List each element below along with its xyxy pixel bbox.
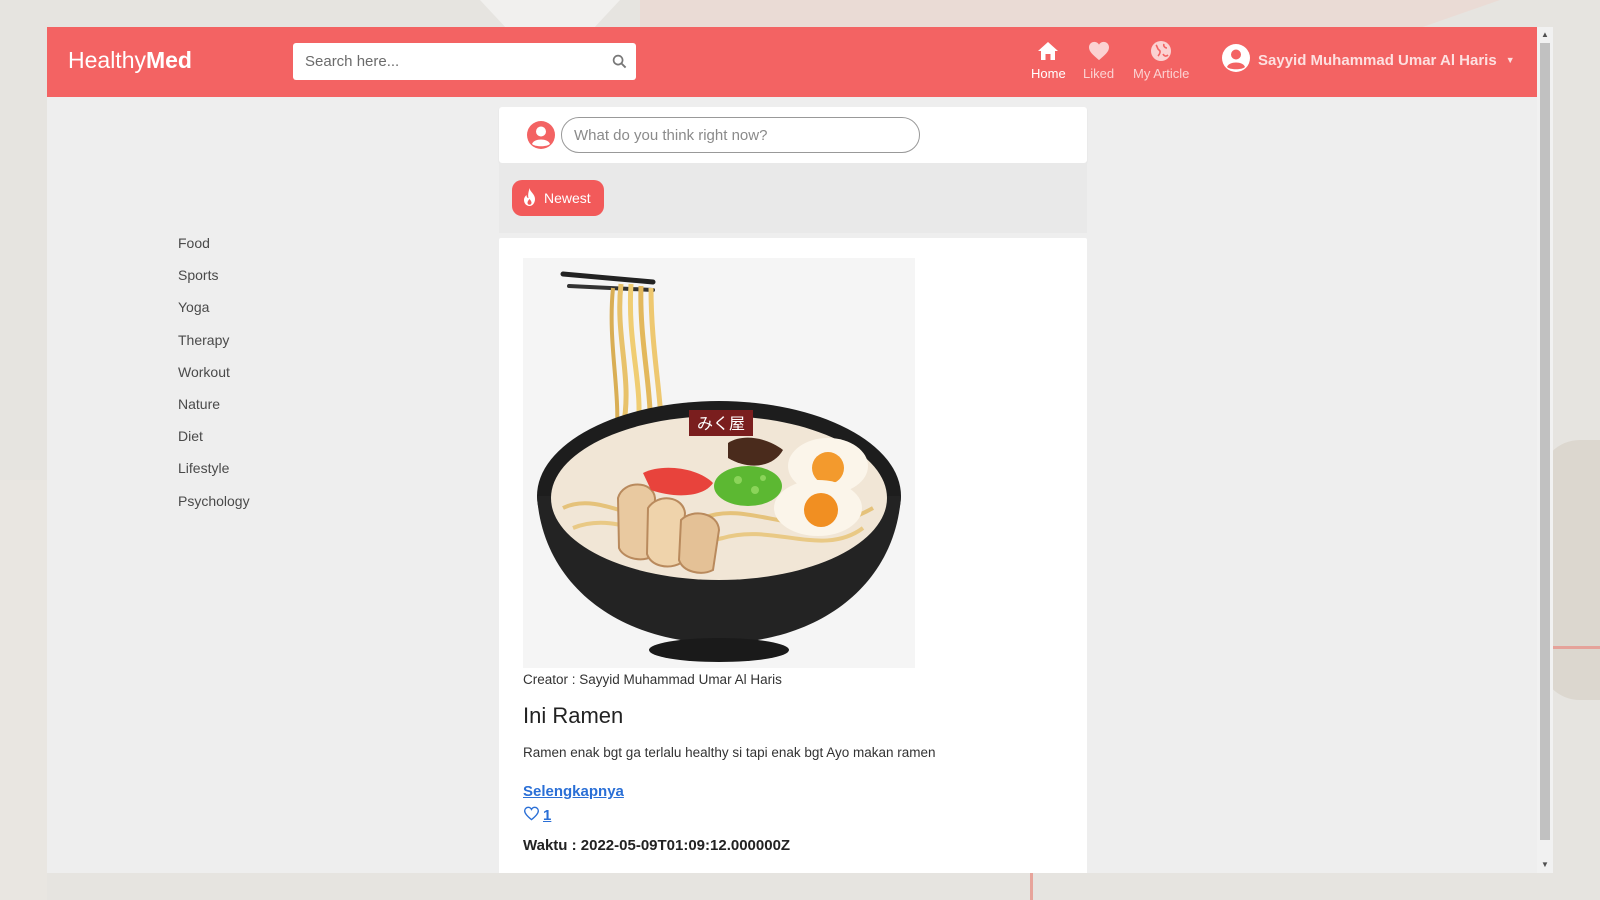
user-avatar-icon: [1221, 43, 1251, 77]
user-name: Sayyid Muhammad Umar Al Haris: [1258, 51, 1497, 69]
category-item-yoga[interactable]: Yoga: [178, 297, 250, 329]
scrollbar-thumb[interactable]: [1540, 43, 1550, 840]
browser-viewport: HealthyMed Home Liked My Article: [47, 27, 1537, 873]
backdrop-shape: [480, 0, 620, 30]
home-icon: [1037, 39, 1059, 63]
nav-liked[interactable]: Liked: [1083, 39, 1114, 81]
nav-my-article-label: My Article: [1133, 66, 1190, 81]
nav-home-label: Home: [1031, 66, 1066, 81]
bowl-label: みく屋: [697, 414, 745, 433]
nav-my-article[interactable]: My Article: [1133, 39, 1189, 81]
backdrop-line: [1030, 870, 1033, 900]
brand-logo[interactable]: HealthyMed: [68, 47, 192, 74]
article-title: Ini Ramen: [523, 703, 624, 728]
scroll-up-arrow-icon[interactable]: ▲: [1537, 27, 1553, 43]
search-box: [293, 43, 636, 80]
nav-liked-label: Liked: [1083, 66, 1115, 81]
category-item-nature[interactable]: Nature: [178, 394, 250, 426]
heart-icon: [1088, 39, 1110, 63]
article-description: Ramen enak bgt ga terlalu healthy si tap…: [523, 745, 936, 760]
like-count: 1: [543, 807, 552, 824]
article-image: みく屋: [523, 258, 915, 668]
category-item-sports[interactable]: Sports: [178, 265, 250, 297]
scroll-down-arrow-icon[interactable]: ▼: [1537, 857, 1553, 873]
category-item-lifestyle[interactable]: Lifestyle: [178, 458, 250, 490]
read-more-link[interactable]: Selengkapnya: [523, 783, 624, 800]
nav-home[interactable]: Home: [1031, 39, 1066, 81]
article-timestamp: Waktu : 2022-05-09T01:09:12.000000Z: [523, 837, 791, 854]
article-creator: Creator : Sayyid Muhammad Umar Al Haris: [523, 672, 782, 687]
backdrop-shape: [640, 0, 1500, 30]
scrollbar[interactable]: ▲ ▼: [1537, 27, 1553, 873]
search-input[interactable]: [293, 53, 602, 70]
composer-input[interactable]: [561, 117, 920, 153]
newest-button[interactable]: Newest: [512, 180, 604, 216]
like-button[interactable]: 1: [523, 806, 551, 825]
post-composer: [499, 107, 1087, 163]
category-item-workout[interactable]: Workout: [178, 362, 250, 394]
user-menu[interactable]: Sayyid Muhammad Umar Al Haris ▼: [1221, 43, 1515, 77]
category-item-psychology[interactable]: Psychology: [178, 491, 250, 523]
newest-label: Newest: [544, 190, 591, 206]
avatar-icon: [526, 120, 556, 155]
category-item-therapy[interactable]: Therapy: [178, 330, 250, 362]
fire-icon: [521, 187, 538, 210]
heart-outline-icon: [523, 806, 540, 825]
globe-icon: [1150, 39, 1172, 63]
chevron-down-icon: ▼: [1505, 55, 1515, 65]
article-card: みく屋 Creator : Sayyid Muhammad Umar Al Ha…: [499, 238, 1087, 873]
navbar: HealthyMed Home Liked My Article: [47, 27, 1537, 97]
search-icon[interactable]: [602, 54, 636, 69]
category-item-diet[interactable]: Diet: [178, 426, 250, 458]
backdrop-shape: [0, 480, 47, 900]
category-item-food[interactable]: Food: [178, 233, 250, 265]
category-list: Food Sports Yoga Therapy Workout Nature …: [178, 233, 250, 523]
